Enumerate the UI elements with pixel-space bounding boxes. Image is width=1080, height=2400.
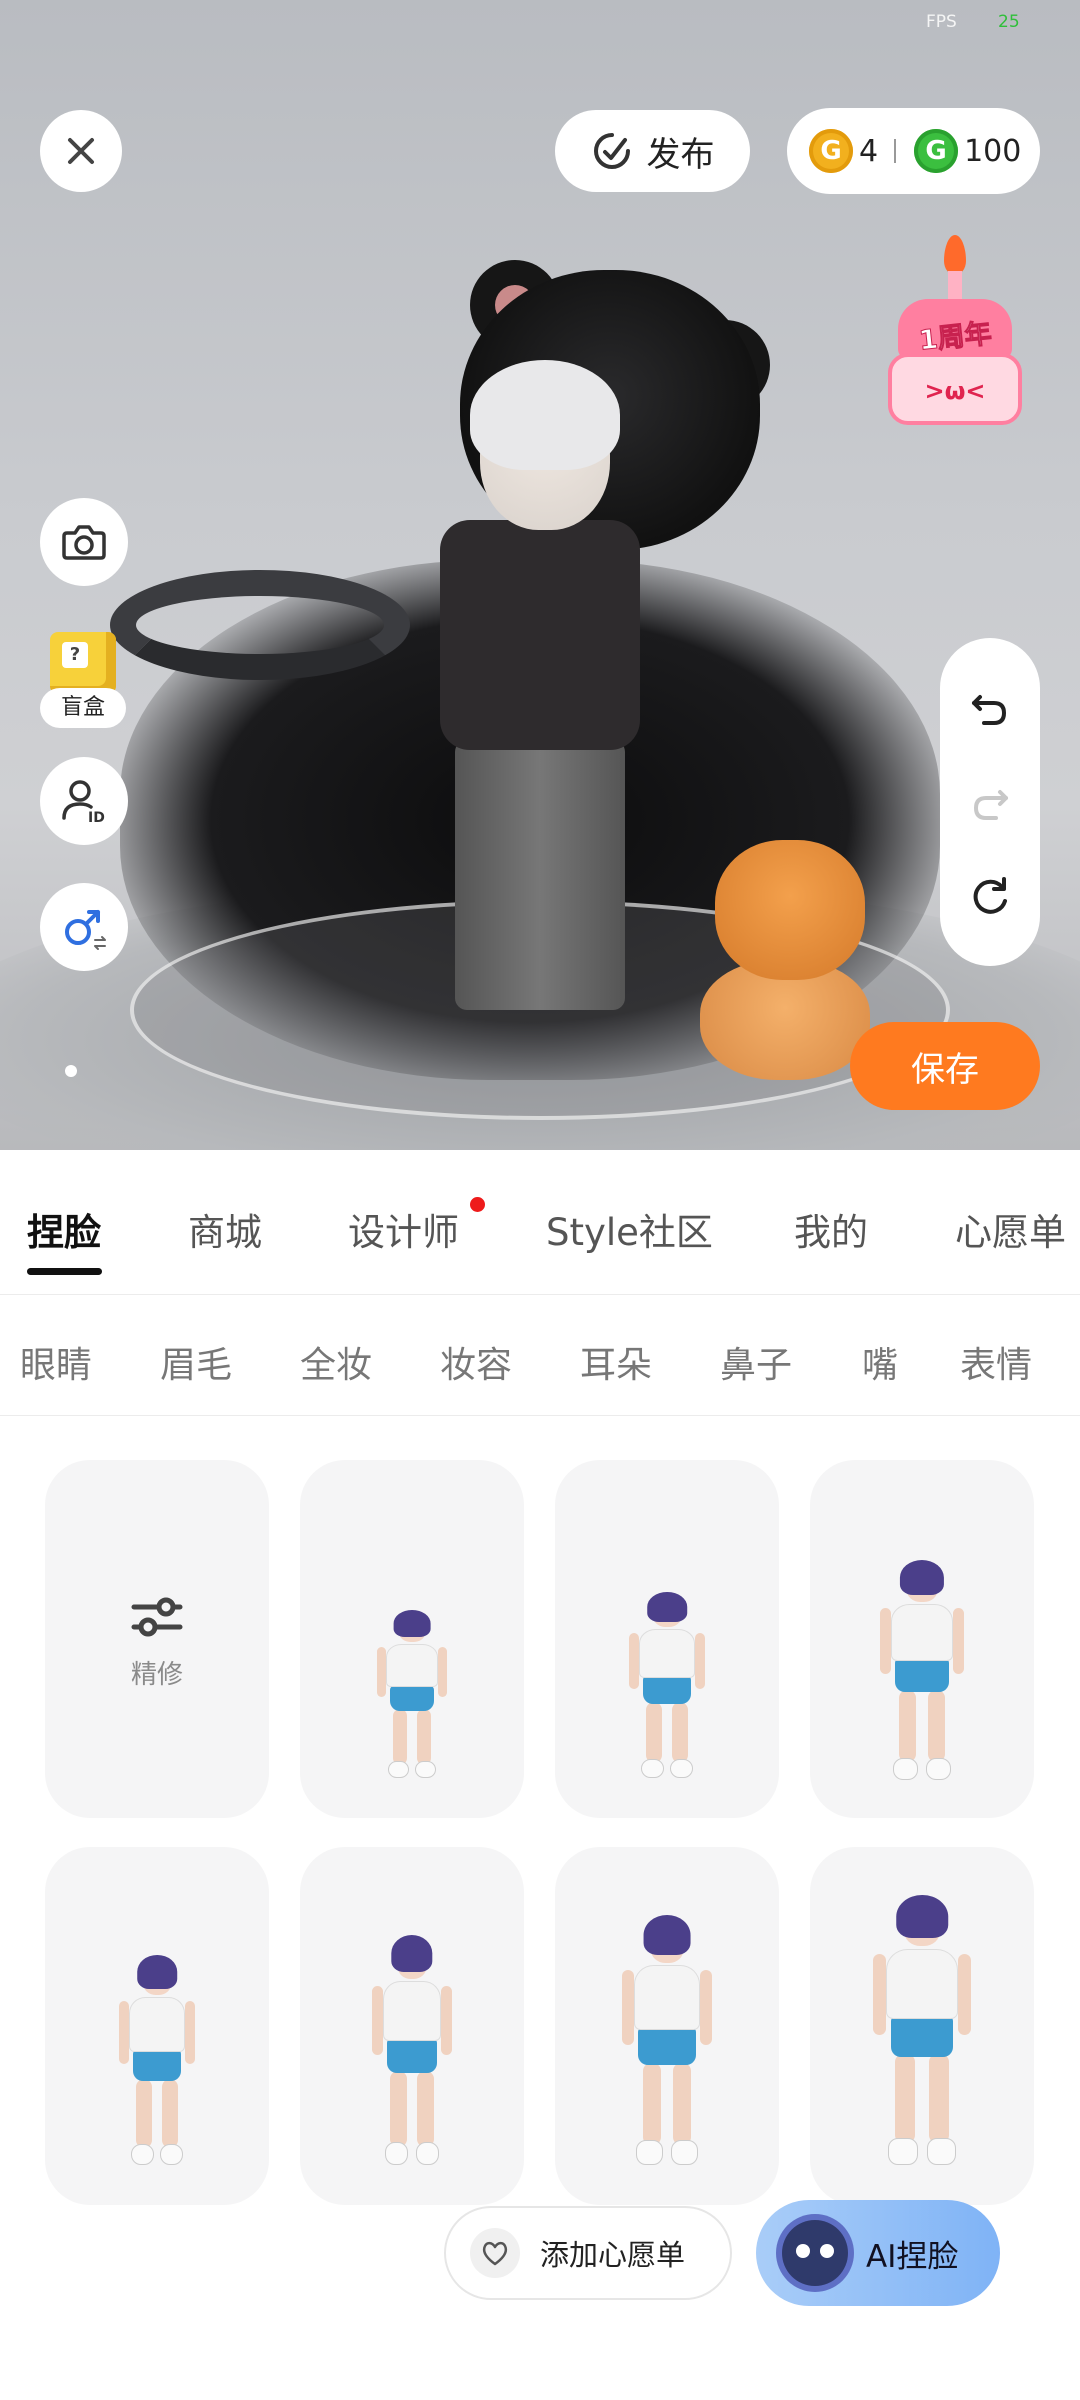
- fps-value: 25: [998, 12, 1020, 32]
- preset-avatar: [372, 1610, 452, 1778]
- camera-icon: [62, 525, 106, 560]
- svg-text:ID: ID: [88, 810, 105, 826]
- save-button[interactable]: 保存: [850, 1022, 1040, 1110]
- blind-box-label: 盲盒: [40, 688, 126, 728]
- camera-button[interactable]: [40, 498, 128, 586]
- ai-face-label: AI捏脸: [866, 2238, 959, 2275]
- sub-tabs: 眼睛 眉毛 全妆 妆容 耳朵 鼻子 嘴 表情: [0, 1296, 1080, 1416]
- preset-avatar: [866, 1895, 978, 2165]
- add-wishlist-label: 添加心愿单: [540, 2238, 686, 2272]
- anniversary-cake-badge[interactable]: 1周年 >ω<: [880, 235, 1030, 435]
- preset-card-1[interactable]: [300, 1460, 524, 1818]
- heart-icon-wrap: [470, 2228, 520, 2278]
- sliders-icon: [131, 1597, 183, 1636]
- blind-box-icon: ?: [50, 632, 116, 694]
- preset-card-6[interactable]: [555, 1847, 779, 2205]
- preset-avatar: [624, 1592, 710, 1778]
- preset-card-2[interactable]: [555, 1460, 779, 1818]
- subtab-mouth[interactable]: 嘴: [862, 1336, 898, 1388]
- undo-icon[interactable]: [966, 683, 1014, 731]
- gender-switch-button[interactable]: [40, 883, 128, 971]
- id-button[interactable]: ID: [40, 757, 128, 845]
- tab-designer[interactable]: 设计师: [348, 1202, 459, 1256]
- user-id-icon: ID: [62, 780, 105, 826]
- designer-notification-dot: [470, 1197, 485, 1212]
- heart-icon: [482, 2241, 508, 2266]
- refine-label: 精修: [130, 1659, 183, 1690]
- blind-box-button[interactable]: ? 盲盒: [40, 622, 130, 732]
- preset-avatar: [616, 1915, 718, 2165]
- subtab-eyes[interactable]: 眼睛: [20, 1336, 92, 1388]
- active-tab-indicator: [27, 1268, 102, 1275]
- tab-mine[interactable]: 我的: [794, 1202, 868, 1256]
- tab-style-community[interactable]: Style社区: [546, 1202, 713, 1256]
- add-wishlist-button[interactable]: 添加心愿单: [444, 2206, 732, 2300]
- tab-wishlist[interactable]: 心愿单: [955, 1202, 1066, 1256]
- robot-icon: [782, 2220, 848, 2286]
- male-switch-icon: [65, 910, 106, 950]
- reset-icon[interactable]: [966, 873, 1014, 921]
- publish-button[interactable]: 发布: [555, 110, 750, 192]
- subtab-makeup[interactable]: 妆容: [440, 1336, 512, 1388]
- scene-orange-cat-hat: [715, 840, 865, 980]
- fps-label: FPS: [926, 12, 957, 32]
- candle: [948, 271, 962, 301]
- subtab-expression[interactable]: 表情: [960, 1336, 1032, 1388]
- green-coin-icon: G: [914, 129, 959, 173]
- preset-card-5[interactable]: [300, 1847, 524, 2205]
- scene-indicator-dot: [65, 1065, 77, 1077]
- preset-avatar: [114, 1955, 200, 2165]
- scene-dragon-ring: [110, 570, 410, 680]
- preset-card-7[interactable]: [810, 1847, 1034, 2205]
- avatar-hair: [470, 360, 620, 470]
- close-icon: [68, 138, 94, 164]
- publish-label: 发布: [646, 134, 715, 175]
- tab-face[interactable]: 捏脸: [27, 1202, 101, 1256]
- currency-divider: [894, 139, 897, 163]
- preset-card-3[interactable]: [810, 1460, 1034, 1818]
- subtab-nose[interactable]: 鼻子: [720, 1336, 792, 1388]
- preset-card-4[interactable]: [45, 1847, 269, 2205]
- currency-balance[interactable]: G 4 G 100: [787, 108, 1040, 194]
- green-amount: 100: [964, 133, 1022, 169]
- preset-avatar: [367, 1935, 457, 2165]
- avatar-legs: [455, 740, 625, 1010]
- ai-face-button[interactable]: AI捏脸: [756, 2200, 1000, 2306]
- refine-card[interactable]: 精修: [45, 1460, 269, 1818]
- gold-amount: 4: [859, 133, 879, 169]
- publish-icon: [593, 133, 630, 169]
- tab-mall[interactable]: 商城: [188, 1202, 262, 1256]
- subtab-full-makeup[interactable]: 全妆: [300, 1336, 372, 1388]
- avatar-sweater: [440, 520, 640, 750]
- history-panel: [940, 638, 1040, 966]
- cake-face: >ω<: [924, 377, 986, 405]
- subtab-eyebrows[interactable]: 眉毛: [160, 1336, 232, 1388]
- preset-avatar: [874, 1560, 970, 1780]
- close-button[interactable]: [40, 110, 122, 192]
- redo-icon[interactable]: [966, 778, 1014, 826]
- main-tabs: 捏脸 商城 设计师 Style社区 我的 心愿单: [0, 1150, 1080, 1295]
- candle-flame: [944, 235, 966, 275]
- gold-coin-icon: G: [809, 129, 853, 173]
- subtab-ears[interactable]: 耳朵: [580, 1336, 652, 1388]
